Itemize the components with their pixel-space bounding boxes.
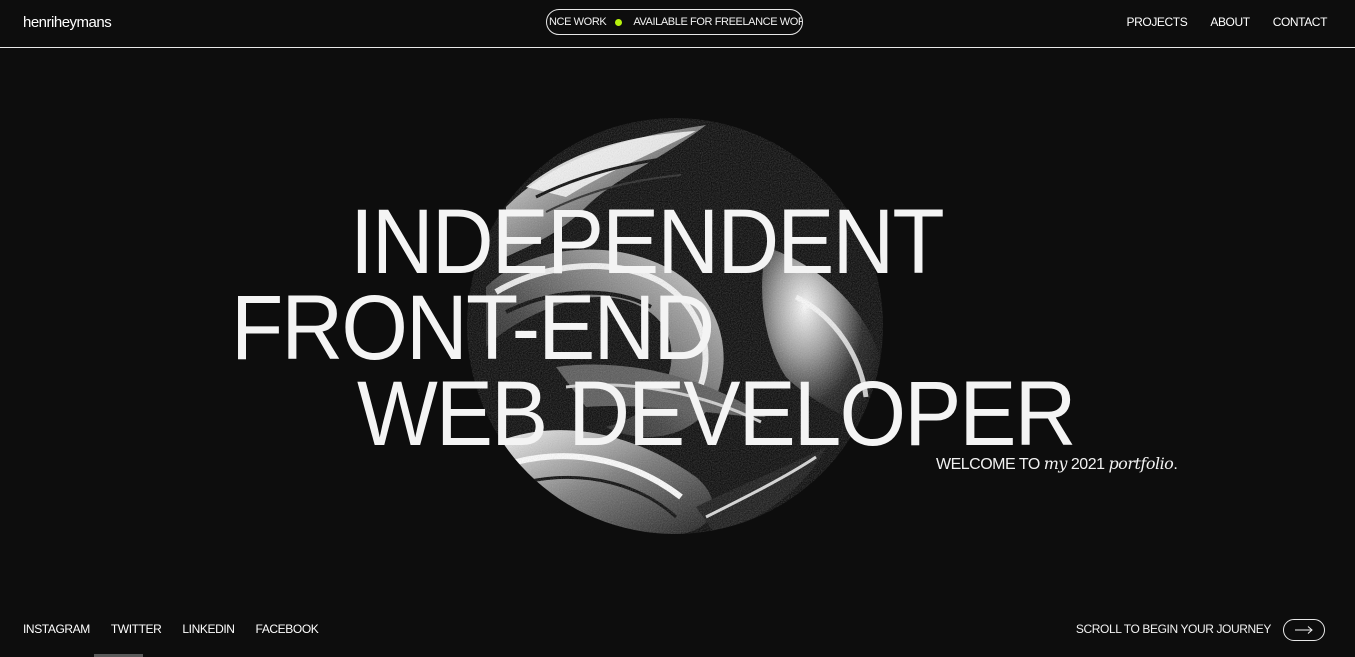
ticker-text-partial: NCE WORK: [549, 16, 607, 28]
welcome-suffix: .: [1173, 456, 1178, 473]
ticker-track: NCE WORK AVAILABLE FOR FREELANCE WORK: [547, 10, 803, 34]
headline-line-3: WEB DEVELOPER: [357, 363, 1076, 465]
headline-line-2: FRONT-END: [231, 277, 715, 379]
scroll-next-button[interactable]: [1283, 619, 1325, 641]
welcome-portfolio: portfolio: [1108, 454, 1174, 473]
arrow-right-icon: [1295, 626, 1313, 634]
site-header: henriheymans NCE WORK AVAILABLE FOR FREE…: [0, 0, 1355, 48]
welcome-my: my: [1043, 454, 1068, 473]
social-facebook-link[interactable]: FACEBOOK: [256, 622, 319, 636]
nav-projects-link[interactable]: PROJECTS: [1127, 15, 1188, 29]
scroll-prompt: SCROLL TO BEGIN YOUR JOURNEY: [1075, 622, 1271, 636]
availability-ticker: NCE WORK AVAILABLE FOR FREELANCE WORK: [546, 9, 803, 35]
nav-contact-link[interactable]: CONTACT: [1273, 15, 1328, 29]
main-nav: PROJECTS ABOUT CONTACT: [1127, 15, 1328, 29]
social-instagram-link[interactable]: INSTAGRAM: [23, 622, 90, 636]
social-linkedin-link[interactable]: LINKEDIN: [182, 622, 235, 636]
headline-line-1: INDEPENDENT: [350, 191, 945, 293]
ticker-text: AVAILABLE FOR FREELANCE WORK: [633, 16, 803, 28]
welcome-year: 2021: [1070, 456, 1105, 473]
welcome-tagline: WELCOME TO my 2021 portfolio.: [936, 454, 1178, 474]
social-twitter-link[interactable]: TWITTER: [111, 622, 162, 636]
available-status-dot-icon: [615, 18, 623, 26]
site-logo[interactable]: henriheymans: [23, 14, 112, 31]
welcome-prefix: WELCOME TO: [936, 456, 1040, 473]
nav-about-link[interactable]: ABOUT: [1210, 15, 1250, 29]
social-links: INSTAGRAM TWITTER LINKEDIN FACEBOOK: [23, 622, 319, 636]
portfolio-page: henriheymans NCE WORK AVAILABLE FOR FREE…: [0, 0, 1355, 657]
